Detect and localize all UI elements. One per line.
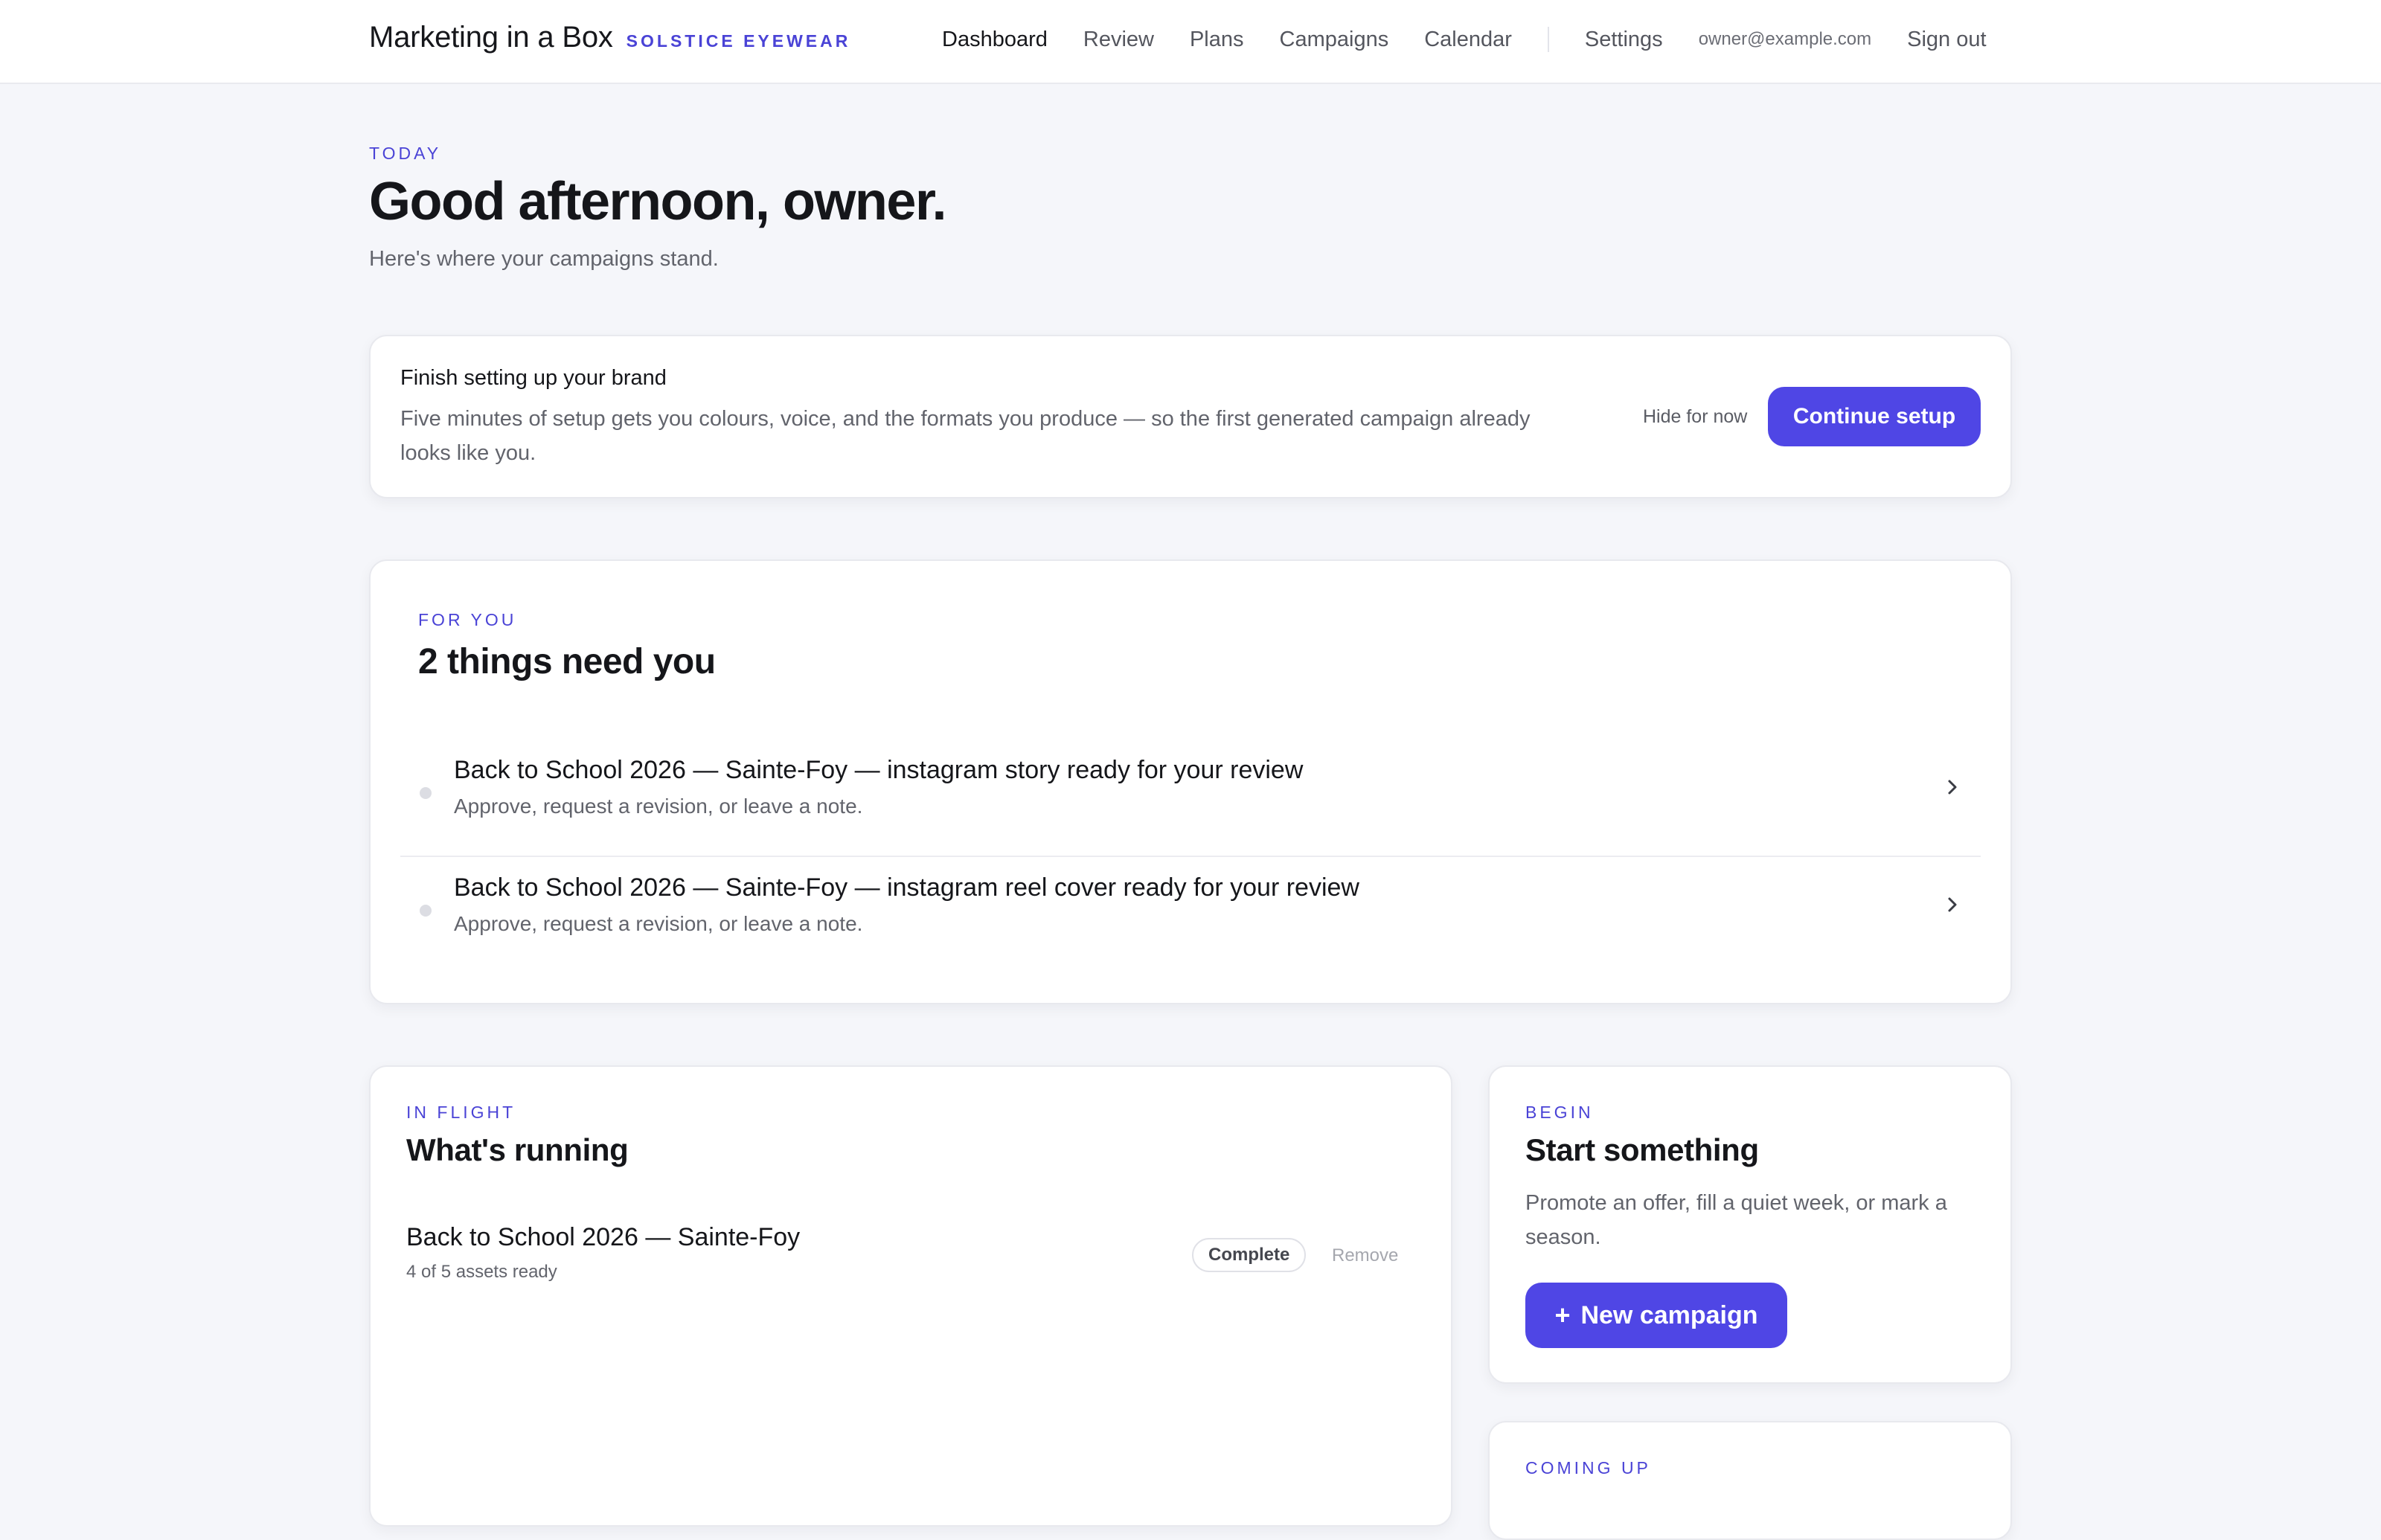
nav-item-review[interactable]: Review xyxy=(1083,28,1154,52)
setup-title: Finish setting up your brand xyxy=(400,366,667,390)
campaign-progress: 4 of 5 assets ready xyxy=(406,1262,557,1282)
for-you-card: FOR YOU 2 things need you Back to School… xyxy=(369,559,2012,1004)
review-task-item[interactable]: Back to School 2026 — Sainte-Foy — insta… xyxy=(400,859,1981,975)
for-you-title: 2 things need you xyxy=(418,642,716,681)
begin-eyebrow: BEGIN xyxy=(1525,1103,1594,1122)
start-something-title: Start something xyxy=(1525,1132,1759,1167)
nav-item-campaigns[interactable]: Campaigns xyxy=(1280,28,1389,52)
review-task-item[interactable]: Back to School 2026 — Sainte-Foy — insta… xyxy=(400,741,1981,857)
sign-out-link[interactable]: Sign out xyxy=(1907,28,1986,52)
setup-description: Five minutes of setup gets you colours, … xyxy=(400,407,1531,465)
status-badge: Complete xyxy=(1192,1238,1307,1272)
nav-item-dashboard[interactable]: Dashboard xyxy=(942,28,1048,52)
coming-up-card: COMING UP xyxy=(1488,1421,2012,1540)
status-dot-icon xyxy=(420,787,432,799)
app-name[interactable]: Marketing in a Box xyxy=(369,21,613,54)
task-title: Back to School 2026 — Sainte-Foy — insta… xyxy=(454,873,1359,902)
campaign-name[interactable]: Back to School 2026 — Sainte-Foy xyxy=(406,1223,800,1252)
chevron-right-icon xyxy=(1948,897,1957,912)
hero-eyebrow: TODAY xyxy=(369,144,442,163)
start-something-description: Promote an offer, fill a quiet week, or … xyxy=(1525,1191,1947,1249)
in-flight-eyebrow: IN FLIGHT xyxy=(406,1103,516,1122)
page-title: Good afternoon, owner. xyxy=(369,172,947,231)
brand-setup-card: Finish setting up your brand Five minute… xyxy=(369,335,2012,498)
status-dot-icon xyxy=(420,905,432,917)
chevron-right-icon xyxy=(1948,780,1957,795)
nav-item-settings[interactable]: Settings xyxy=(1585,28,1663,52)
new-campaign-label: New campaign xyxy=(1580,1300,1758,1329)
remove-campaign-button[interactable]: Remove xyxy=(1332,1245,1398,1266)
nav-item-plans[interactable]: Plans xyxy=(1190,28,1244,52)
page-subtitle: Here's where your campaigns stand. xyxy=(369,246,719,271)
whats-running-title: What's running xyxy=(406,1132,629,1167)
for-you-eyebrow: FOR YOU xyxy=(418,610,517,629)
task-subtitle: Approve, request a revision, or leave a … xyxy=(454,912,863,935)
plus-icon: + xyxy=(1554,1300,1571,1330)
client-name: SOLSTICE EYEWEAR xyxy=(626,31,851,51)
new-campaign-button[interactable]: + New campaign xyxy=(1525,1283,1787,1348)
task-subtitle: Approve, request a revision, or leave a … xyxy=(454,795,863,818)
user-email: owner@example.com xyxy=(1698,29,1872,49)
hide-for-now-button[interactable]: Hide for now xyxy=(1643,406,1747,428)
continue-setup-button[interactable]: Continue setup xyxy=(1768,387,1981,446)
start-something-card: BEGIN Start something Promote an offer, … xyxy=(1488,1065,2012,1384)
main-nav: Dashboard Review Plans Campaigns Calenda… xyxy=(942,27,1987,52)
campaign-row: Back to School 2026 — Sainte-Foy 4 of 5 … xyxy=(406,1223,1418,1290)
nav-divider xyxy=(1547,27,1549,52)
nav-item-calendar[interactable]: Calendar xyxy=(1424,28,1512,52)
task-title: Back to School 2026 — Sainte-Foy — insta… xyxy=(454,756,1304,784)
whats-running-card: IN FLIGHT What's running Back to School … xyxy=(369,1065,1452,1527)
page-header: TODAY Good afternoon, owner. Here's wher… xyxy=(369,144,947,272)
brand: Marketing in a Box SOLSTICE EYEWEAR xyxy=(369,21,850,54)
top-navigation-bar: Marketing in a Box SOLSTICE EYEWEAR Dash… xyxy=(0,0,2381,84)
coming-up-eyebrow: COMING UP xyxy=(1525,1458,1651,1478)
